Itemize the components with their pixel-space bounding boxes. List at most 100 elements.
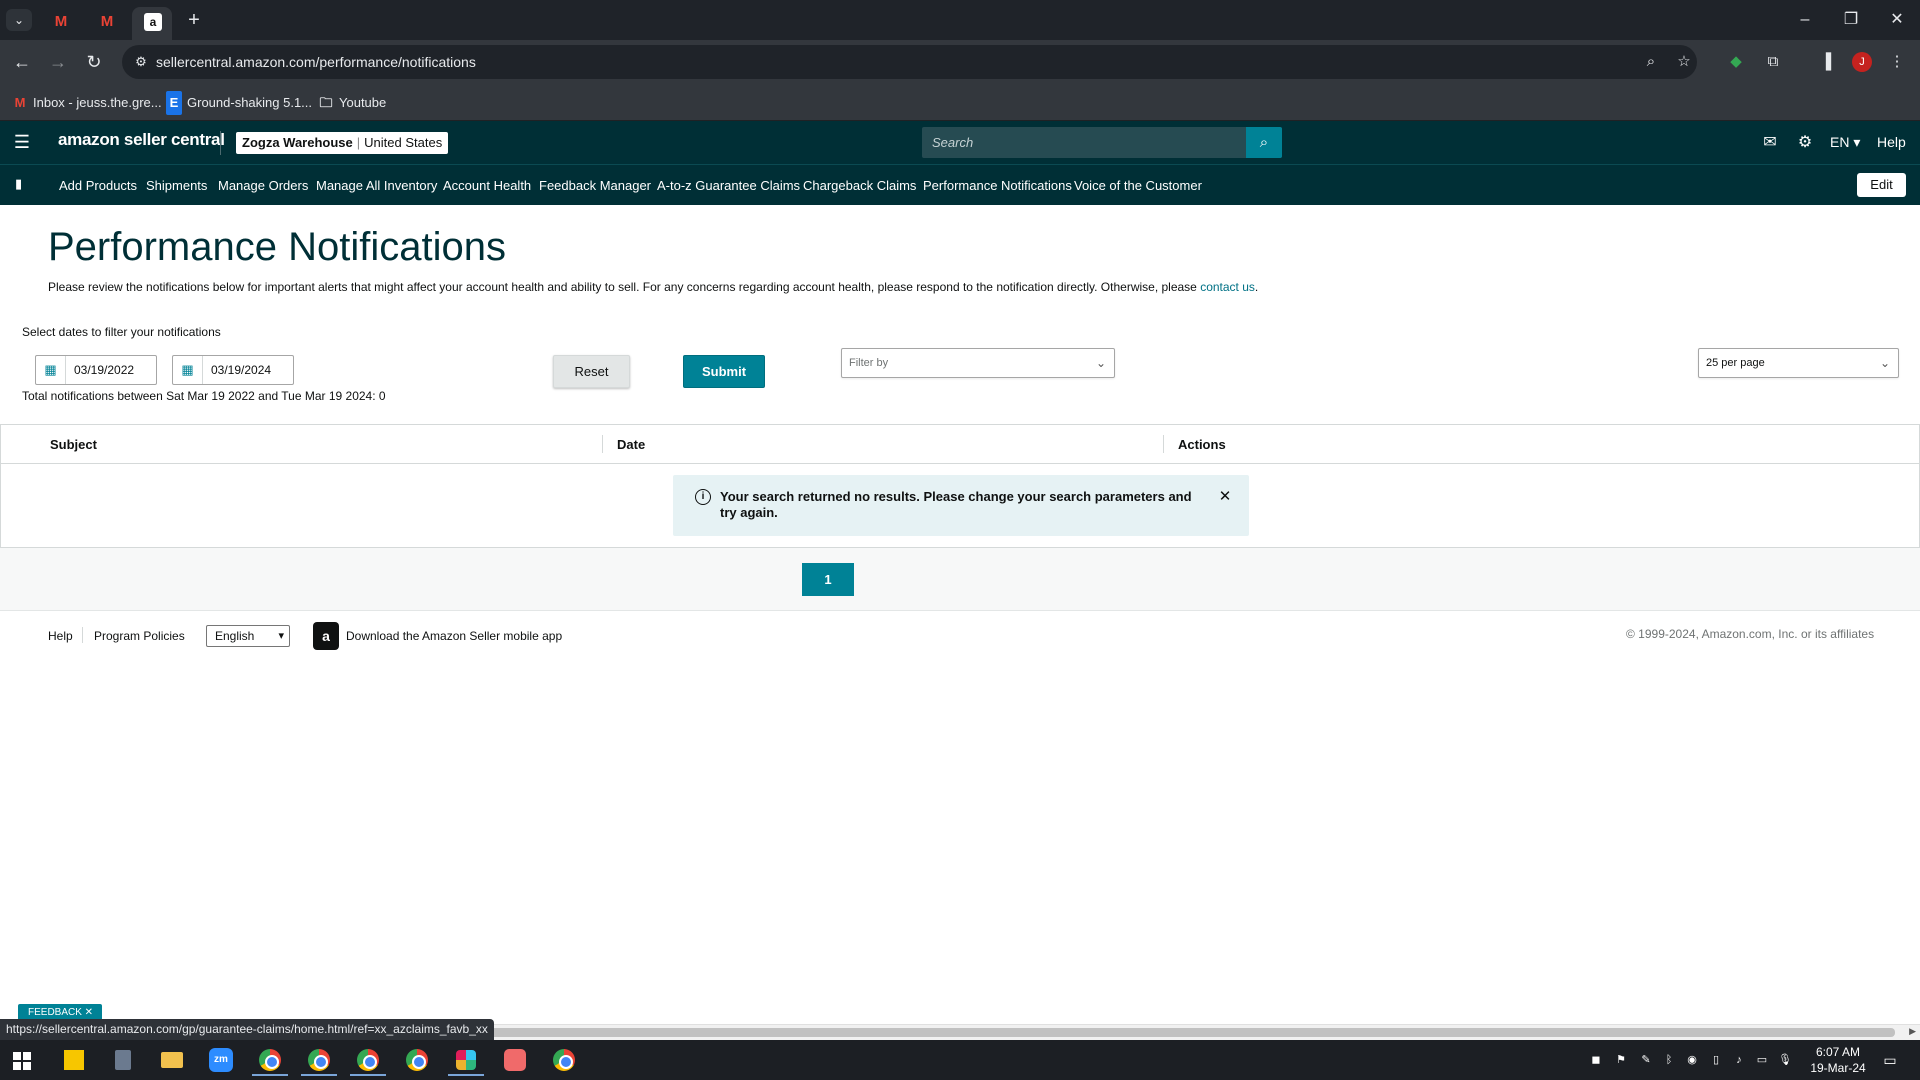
notification-center-icon[interactable]: ▭	[1880, 1050, 1900, 1070]
search-icon: ⌕	[1259, 134, 1269, 151]
minimize-button[interactable]: –	[1790, 8, 1820, 32]
seller-central-nav: ▮ Add Products Shipments Manage Orders M…	[0, 164, 1920, 205]
no-results-alert: i Your search returned no results. Pleas…	[673, 475, 1249, 536]
zoom-app-icon[interactable]: zm	[203, 1044, 239, 1076]
gmail-icon: M	[54, 13, 68, 30]
account-name: Zogza Warehouse	[242, 135, 353, 150]
chrome-icon[interactable]	[301, 1044, 337, 1076]
site-info-icon[interactable]: ⚙	[132, 53, 150, 71]
tab-search-button[interactable]: ⌄	[6, 9, 32, 31]
zoom-tray-icon[interactable]: ◉	[1683, 1052, 1701, 1068]
network-icon[interactable]: ▭	[1753, 1052, 1771, 1068]
footer-help-link[interactable]: Help	[48, 629, 73, 643]
account-switcher[interactable]: Zogza Warehouse | United States	[236, 132, 449, 154]
side-panel-icon[interactable]: ▐	[1815, 51, 1837, 73]
column-date[interactable]: Date	[617, 437, 645, 452]
nav-manage-all-inventory[interactable]: Manage All Inventory	[316, 178, 437, 193]
filter-by-select[interactable]: Filter by ⌄	[841, 348, 1115, 378]
forward-button[interactable]: →	[46, 50, 70, 74]
calendar-icon[interactable]: ▦	[173, 356, 203, 384]
bookmark-ground-shaking[interactable]: E Ground-shaking 5.1...	[166, 91, 312, 115]
reload-button[interactable]: ↻	[82, 50, 106, 74]
search-button[interactable]: ⌕	[1246, 127, 1282, 158]
bookmark-inbox[interactable]: M Inbox - jeuss.the.gre...	[12, 91, 162, 115]
e-icon: E	[166, 91, 182, 115]
table-header: Subject Date Actions	[1, 425, 1919, 464]
microphone-icon[interactable]: 🎙	[1776, 1052, 1794, 1068]
chrome-icon[interactable]	[399, 1044, 435, 1076]
calculator-icon[interactable]	[105, 1044, 141, 1076]
restore-button[interactable]: ❐	[1836, 8, 1866, 32]
calendar-icon[interactable]: ▦	[36, 356, 66, 384]
pen-icon[interactable]: ✎	[1637, 1052, 1655, 1068]
bookmark-youtube-folder[interactable]: 🗀 Youtube	[318, 91, 386, 115]
seller-central-header: ☰ amazon seller central Zogza Warehouse |…	[0, 121, 1920, 164]
new-tab-button[interactable]: +	[182, 8, 206, 32]
bluetooth-icon[interactable]: ᛒ	[1660, 1052, 1678, 1068]
scroll-right-icon[interactable]: ▶	[1909, 1026, 1916, 1037]
gear-icon[interactable]: ⚙	[1795, 133, 1815, 153]
help-link[interactable]: Help	[1877, 134, 1906, 150]
end-date-input[interactable]: ▦ 03/19/2024	[172, 355, 294, 385]
bookmark-icon[interactable]: ▮	[15, 177, 25, 191]
pagination: 1	[0, 548, 1920, 611]
nav-a-to-z-claims[interactable]: A-to-z Guarantee Claims	[657, 178, 800, 193]
seller-search[interactable]: Search ⌕	[922, 127, 1282, 158]
address-bar[interactable]: ⚙ sellercentral.amazon.com/performance/n…	[122, 45, 1697, 79]
nav-chargeback-claims[interactable]: Chargeback Claims	[803, 178, 916, 193]
taskbar-clock[interactable]: 6:07 AM 19-Mar-24	[1808, 1044, 1868, 1076]
footer-program-policies-link[interactable]: Program Policies	[94, 629, 185, 643]
search-input[interactable]: Search	[932, 135, 973, 150]
reset-button[interactable]: Reset	[553, 355, 630, 388]
contact-us-link[interactable]: contact us	[1200, 280, 1255, 294]
edit-nav-button[interactable]: Edit	[1857, 173, 1906, 197]
sticky-notes-icon[interactable]	[56, 1044, 92, 1076]
gmail-icon: M	[14, 95, 26, 110]
close-icon[interactable]: ✕	[1217, 489, 1233, 505]
profile-avatar[interactable]: J	[1852, 52, 1872, 72]
submit-button[interactable]: Submit	[683, 355, 765, 388]
nav-account-health[interactable]: Account Health	[443, 178, 531, 193]
chrome-icon[interactable]	[546, 1044, 582, 1076]
close-window-button[interactable]: ✕	[1882, 8, 1912, 32]
download-app-link[interactable]: Download the Amazon Seller mobile app	[346, 629, 562, 643]
file-explorer-icon[interactable]	[154, 1044, 190, 1076]
mail-icon[interactable]: ✉	[1760, 133, 1780, 153]
column-subject[interactable]: Subject	[50, 437, 97, 452]
bookmark-star-icon[interactable]: ☆	[1674, 52, 1694, 72]
browser-tab-gmail-2[interactable]: M	[86, 7, 126, 40]
windows-start-icon[interactable]	[13, 1052, 31, 1070]
nav-feedback-manager[interactable]: Feedback Manager	[539, 178, 651, 193]
nav-shipments[interactable]: Shipments	[146, 178, 207, 193]
back-button[interactable]: ←	[10, 50, 34, 74]
page-button-current[interactable]: 1	[802, 563, 854, 596]
slack-icon[interactable]	[448, 1044, 484, 1076]
address-bar-url[interactable]: sellercentral.amazon.com/performance/not…	[156, 54, 476, 70]
volume-icon[interactable]: ♪	[1730, 1052, 1748, 1068]
intro-text: Please review the notifications below fo…	[48, 280, 1259, 294]
hamburger-menu-icon[interactable]: ☰	[12, 132, 32, 152]
start-date-input[interactable]: ▦ 03/19/2022	[35, 355, 157, 385]
zoom-icon[interactable]: ⌕	[1641, 52, 1661, 72]
extensions-puzzle-icon[interactable]: ⧉	[1762, 51, 1784, 73]
nav-performance-notifications[interactable]: Performance Notifications	[923, 178, 1072, 193]
chrome-icon[interactable]	[252, 1044, 288, 1076]
browser-menu-icon[interactable]: ⋮	[1886, 51, 1908, 73]
language-selector[interactable]: EN ▾	[1830, 134, 1860, 151]
amazon-app-icon[interactable]: a	[313, 622, 339, 650]
seller-central-logo[interactable]: amazon seller central	[58, 130, 225, 150]
asana-icon[interactable]	[497, 1044, 533, 1076]
nvidia-icon[interactable]: ◼	[1587, 1052, 1605, 1068]
footer-language-select[interactable]: English ▾	[206, 625, 290, 647]
per-page-select[interactable]: 25 per page ⌄	[1698, 348, 1899, 378]
teams-icon[interactable]: ⚑	[1612, 1052, 1630, 1068]
battery-icon[interactable]: ▯	[1707, 1052, 1725, 1068]
scrollbar-thumb[interactable]	[490, 1028, 1895, 1037]
nav-voice-of-customer[interactable]: Voice of the Customer	[1074, 178, 1202, 193]
browser-tab-gmail-1[interactable]: M	[40, 7, 80, 40]
nav-add-products[interactable]: Add Products	[59, 178, 137, 193]
browser-tab-amazon[interactable]: a	[132, 7, 172, 40]
nav-manage-orders[interactable]: Manage Orders	[218, 178, 308, 193]
extension-shield-icon[interactable]: ◆	[1725, 51, 1747, 73]
chrome-icon[interactable]	[350, 1044, 386, 1076]
